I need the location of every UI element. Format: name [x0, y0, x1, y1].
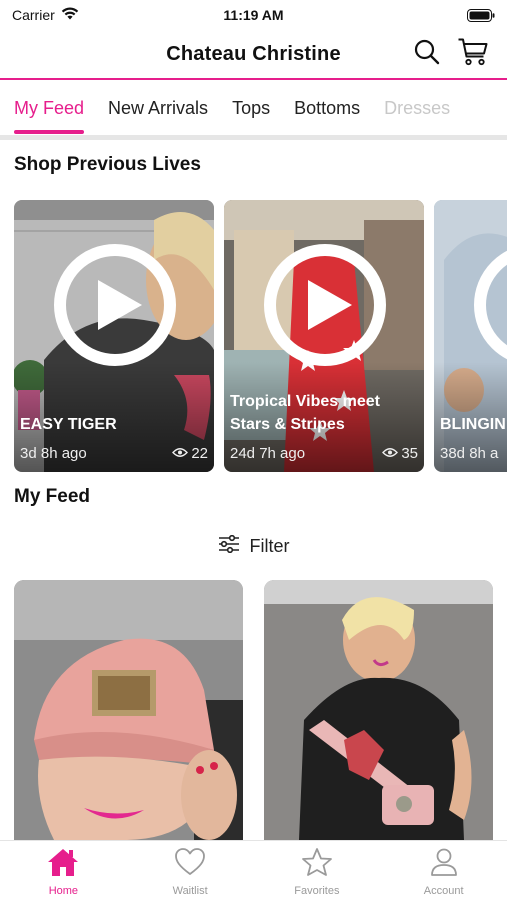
live-view-count: 35	[401, 445, 418, 462]
feed-item-image	[264, 580, 493, 840]
live-time-ago: 38d 8h a	[440, 445, 499, 462]
nav-account-label: Account	[423, 885, 464, 897]
live-card[interactable]: EASY TIGER 3d 8h ago 22	[14, 200, 214, 472]
wifi-icon	[61, 7, 79, 23]
cart-icon[interactable]	[457, 36, 489, 68]
live-title: BLINGIN THE DIVA	[440, 416, 507, 433]
tab-new-arrivals[interactable]: New Arrivals	[108, 80, 208, 136]
battery-icon	[467, 8, 495, 22]
feed-item[interactable]	[264, 580, 493, 840]
person-icon	[428, 847, 460, 882]
status-left: Carrier	[12, 7, 467, 23]
nav-favorites[interactable]: Favorites	[254, 841, 381, 900]
star-icon	[301, 847, 333, 882]
live-title: Tropical Vibes meet Stars & Stripes	[230, 393, 380, 433]
category-tabs: My Feed New Arrivals Tops Bottoms Dresse…	[0, 80, 507, 136]
live-title: EASY TIGER	[20, 416, 117, 433]
home-icon	[46, 847, 80, 882]
live-card[interactable]: Tropical Vibes meet Stars & Stripes 24d …	[224, 200, 424, 472]
header-actions	[411, 36, 489, 68]
live-view-count: 22	[191, 445, 208, 462]
filter-sliders-icon	[218, 534, 240, 558]
nav-account[interactable]: Account	[380, 841, 507, 900]
heart-icon	[174, 847, 206, 882]
search-icon[interactable]	[411, 36, 443, 68]
app-header: Chateau Christine	[0, 30, 507, 78]
nav-home[interactable]: Home	[0, 841, 127, 900]
nav-waitlist[interactable]: Waitlist	[127, 841, 254, 900]
eye-icon	[382, 445, 399, 462]
play-icon[interactable]	[54, 244, 176, 366]
live-views: 22	[172, 445, 208, 462]
nav-waitlist-label: Waitlist	[172, 885, 208, 897]
tab-bottoms[interactable]: Bottoms	[294, 80, 360, 136]
live-card[interactable]: BLINGIN THE DIVA 38d 8h a	[434, 200, 507, 472]
previous-lives-carousel[interactable]: EASY TIGER 3d 8h ago 22 Tropical Vibes m…	[14, 200, 507, 472]
status-bar: Carrier 11:19 AM	[0, 0, 507, 30]
eye-icon	[172, 445, 189, 462]
previous-lives-title: Shop Previous Lives	[14, 154, 201, 175]
nav-home-label: Home	[48, 885, 79, 897]
nav-favorites-label: Favorites	[294, 885, 340, 897]
live-time-ago: 3d 8h ago	[20, 445, 87, 462]
carrier-label: Carrier	[12, 7, 55, 23]
live-views: 35	[382, 445, 418, 462]
feed-item-image	[14, 580, 243, 840]
tabs-divider	[0, 135, 507, 140]
feed-title: My Feed	[14, 486, 91, 507]
feed-item[interactable]	[14, 580, 243, 840]
filter-button[interactable]: Filter	[0, 530, 507, 562]
bottom-tab-bar: Home Waitlist Favorites Account	[0, 840, 507, 900]
live-time-ago: 24d 7h ago	[230, 445, 306, 462]
app-title: Chateau Christine	[166, 42, 341, 65]
tab-tops[interactable]: Tops	[232, 80, 270, 136]
tab-dresses[interactable]: Dresses	[384, 80, 450, 136]
play-icon[interactable]	[264, 244, 386, 366]
filter-label: Filter	[249, 535, 290, 556]
tab-my-feed[interactable]: My Feed	[14, 80, 85, 136]
